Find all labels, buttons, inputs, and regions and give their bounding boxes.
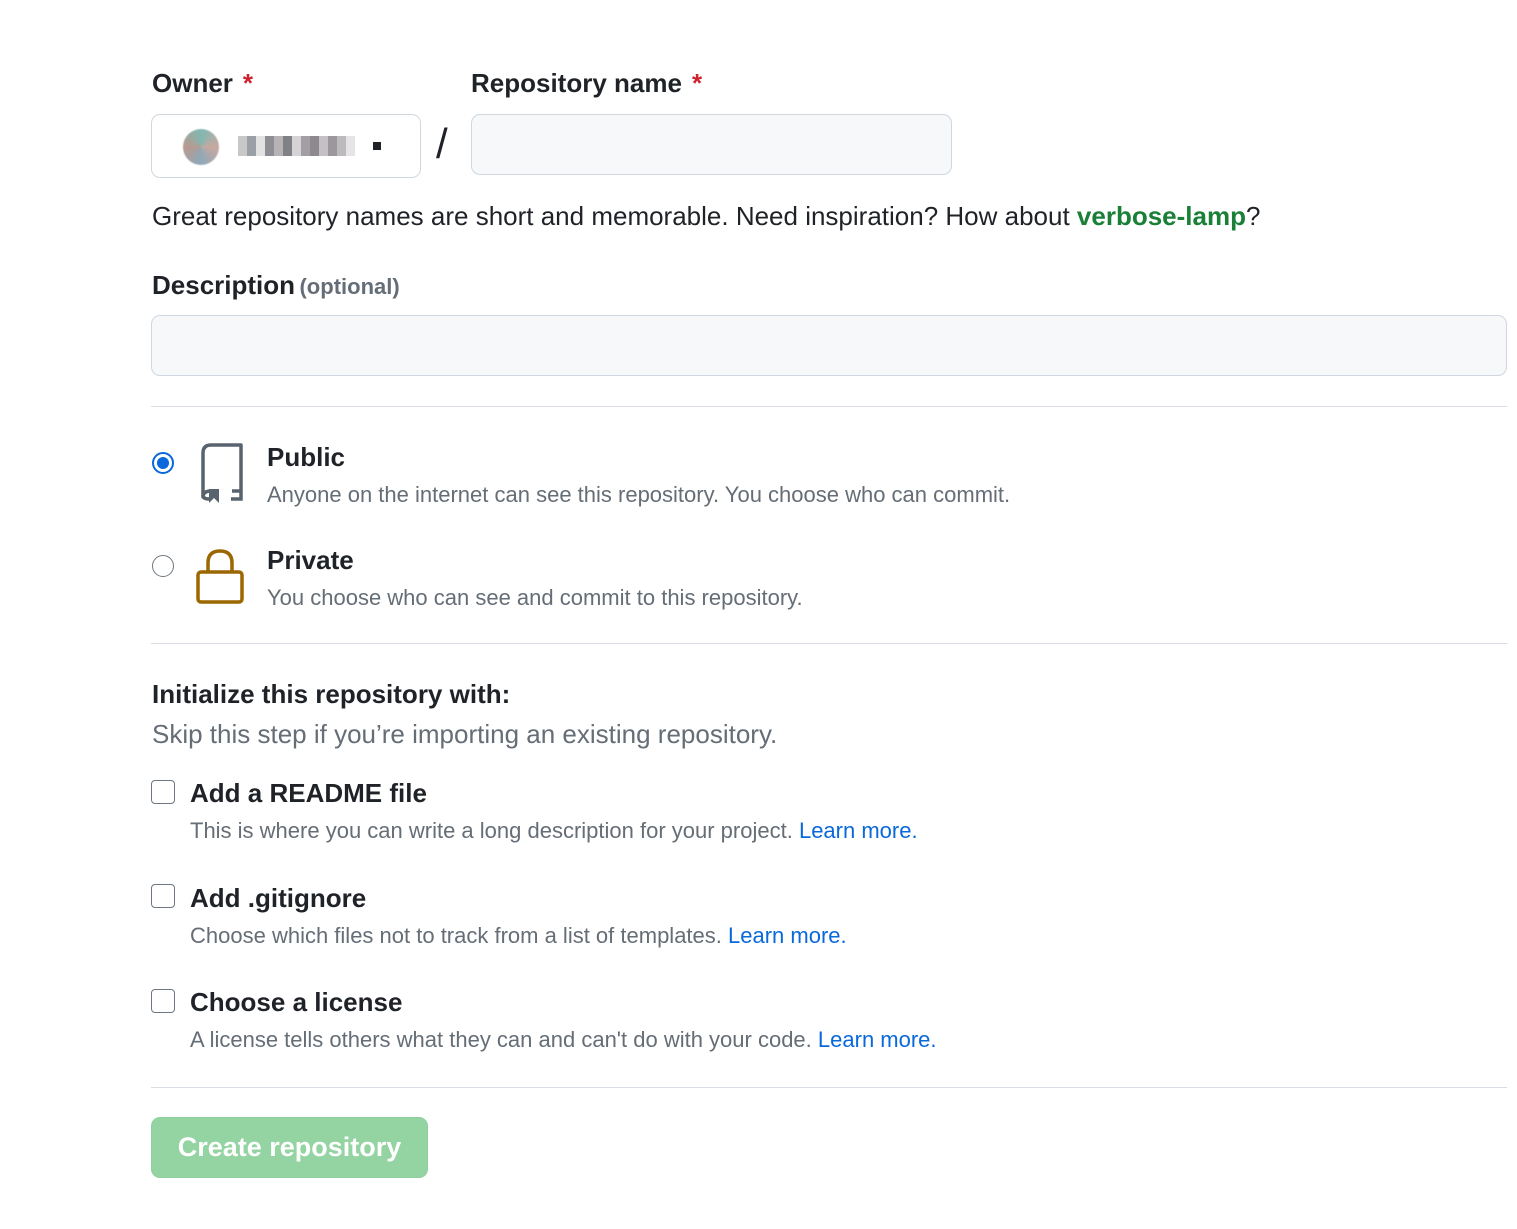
repo-name-label-text: Repository name <box>471 68 682 98</box>
owner-label: Owner * <box>152 68 253 99</box>
owner-value <box>152 115 153 116</box>
repo-name-hint-suffix: ? <box>1246 201 1261 231</box>
gitignore-description: Choose which files not to track from a l… <box>190 923 847 949</box>
readme-learn-more-link[interactable]: Learn more. <box>799 818 918 843</box>
repo-name-label: Repository name * <box>471 68 702 99</box>
readme-checkbox[interactable] <box>151 780 175 804</box>
divider <box>151 643 1507 644</box>
license-learn-more-link[interactable]: Learn more. <box>818 1027 937 1052</box>
repo-icon <box>195 443 245 505</box>
license-checkbox[interactable] <box>151 989 175 1013</box>
lock-icon <box>195 548 245 606</box>
gitignore-description-text: Choose which files not to track from a l… <box>190 923 729 948</box>
owner-name-dot <box>373 142 381 150</box>
description-label: Description (optional) <box>152 270 400 301</box>
initialize-title: Initialize this repository with: <box>152 679 511 709</box>
repo-name-required-mark: * <box>691 68 703 98</box>
license-description: A license tells others what they can and… <box>190 1027 937 1053</box>
repo-name-input[interactable] <box>471 114 952 175</box>
owner-select-button[interactable] <box>151 114 421 178</box>
license-title: Choose a license <box>190 987 403 1017</box>
description-optional-note: (optional) <box>299 274 400 299</box>
repo-name-hint: Great repository names are short and mem… <box>152 201 1260 232</box>
create-repository-button[interactable]: Create repository <box>151 1117 428 1178</box>
description-input[interactable] <box>151 315 1507 376</box>
repo-name-suggestion-link[interactable]: verbose-lamp <box>1077 201 1246 231</box>
visibility-public-radio[interactable] <box>152 452 174 474</box>
description-label-text: Description <box>152 270 296 300</box>
visibility-public-title: Public <box>267 442 346 472</box>
gitignore-checkbox[interactable] <box>151 884 175 908</box>
visibility-private-description: You choose who can see and commit to thi… <box>267 585 803 610</box>
initialize-subtitle: Skip this step if you’re importing an ex… <box>152 719 778 749</box>
owner-name-redacted <box>238 136 355 156</box>
visibility-public-description: Anyone on the internet can see this repo… <box>267 482 1011 507</box>
owner-avatar <box>183 129 219 165</box>
gitignore-learn-more-link[interactable]: Learn more. <box>728 923 847 948</box>
visibility-private-title: Private <box>267 545 354 575</box>
license-description-text: A license tells others what they can and… <box>190 1027 818 1052</box>
divider <box>151 406 1507 407</box>
readme-description: This is where you can write a long descr… <box>190 818 918 844</box>
visibility-private-radio[interactable] <box>152 555 174 577</box>
gitignore-title: Add .gitignore <box>190 883 367 913</box>
repo-name-hint-text: Great repository names are short and mem… <box>152 201 1077 231</box>
owner-required-mark: * <box>242 68 254 98</box>
owner-label-text: Owner <box>152 68 233 98</box>
readme-title: Add a README file <box>190 778 427 808</box>
divider <box>151 1087 1507 1088</box>
owner-repo-separator: / <box>436 120 448 167</box>
readme-description-text: This is where you can write a long descr… <box>190 818 799 843</box>
